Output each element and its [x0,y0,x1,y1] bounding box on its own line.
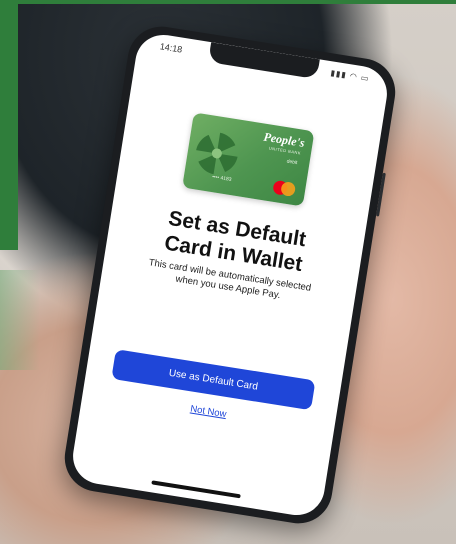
mastercard-icon [272,179,297,198]
brand-side-strip [0,0,18,250]
phone-notch [208,42,320,80]
status-time: 14:18 [159,41,183,55]
brand-top-border [0,0,456,4]
card-swirl-icon [196,132,238,175]
status-icons: ▮▮▮ ◠ ▭ [329,68,371,84]
bank-card: People's UNITED BANK debit •••• 4183 [182,112,315,207]
brand-fade [0,270,40,370]
home-indicator [151,480,241,499]
card-type-label: debit [286,158,298,167]
